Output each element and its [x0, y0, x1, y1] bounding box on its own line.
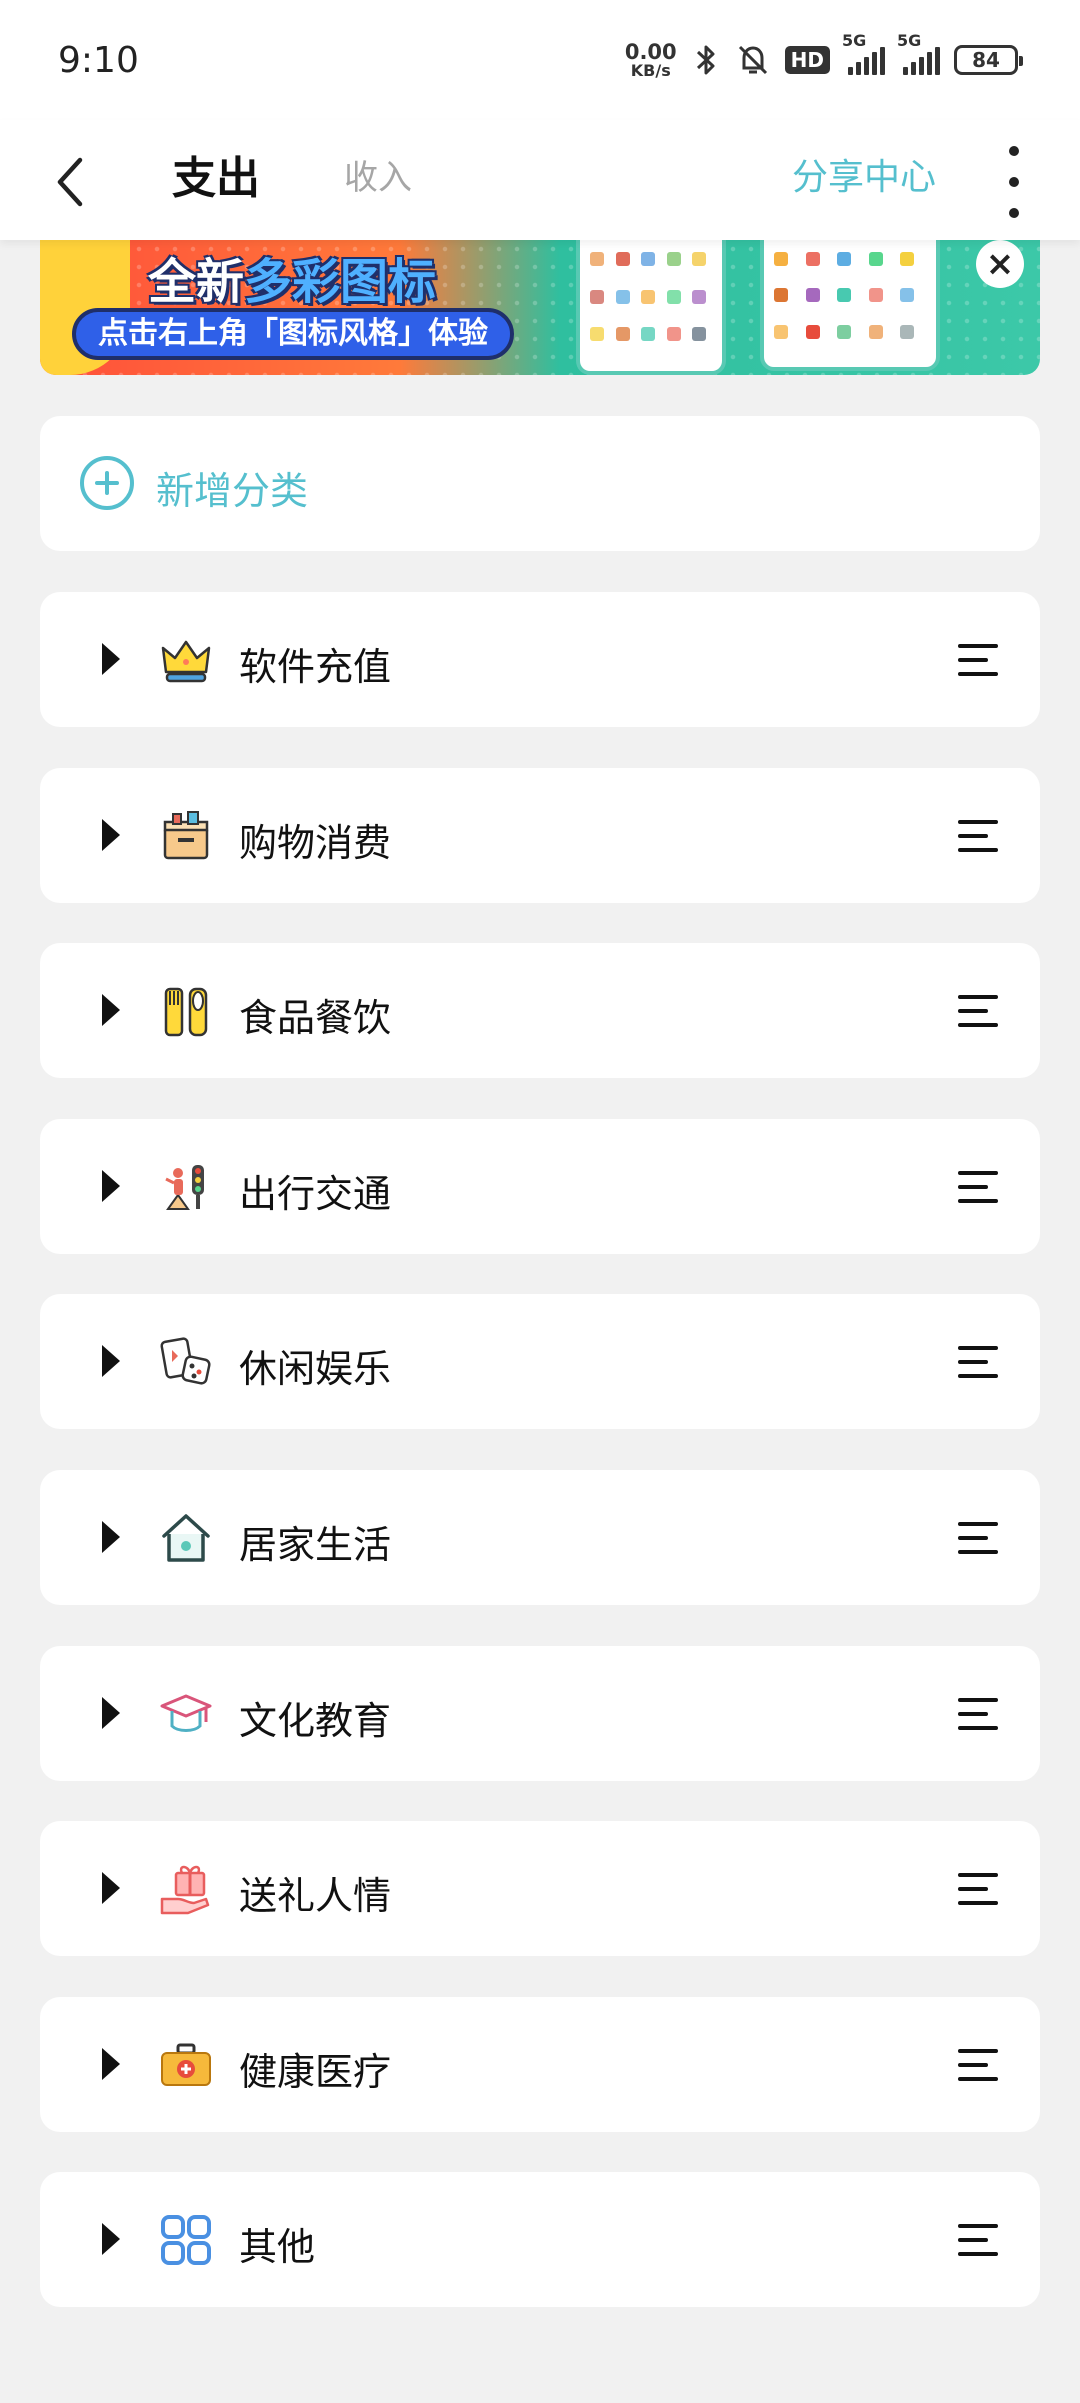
banner-phone-preview	[576, 240, 726, 375]
category-label: 居家生活	[239, 1523, 392, 1567]
expand-arrow-icon[interactable]	[102, 1872, 120, 1904]
drag-handle-icon[interactable]	[958, 1871, 1000, 1907]
chevron-left-icon	[57, 157, 83, 207]
crown-icon	[158, 632, 214, 688]
category-label: 文化教育	[239, 1699, 392, 1743]
category-label: 健康医疗	[239, 2050, 392, 2094]
expand-arrow-icon[interactable]	[102, 2048, 120, 2080]
drag-handle-icon[interactable]	[958, 818, 1000, 854]
sim1-network-label: 5G	[842, 31, 867, 50]
more-dot-icon	[1009, 208, 1019, 218]
battery-icon: 84	[954, 45, 1023, 75]
network-speed-value: 0.00	[624, 39, 677, 64]
category-item[interactable]: 居家生活	[40, 1470, 1040, 1605]
drag-handle-icon[interactable]	[958, 1520, 1000, 1556]
expand-arrow-icon[interactable]	[102, 994, 120, 1026]
tab-expense[interactable]: 支出	[172, 142, 260, 206]
banner-title-highlight: 多彩图标	[244, 254, 437, 310]
share-center-link[interactable]: 分享中心	[792, 148, 936, 200]
add-category-button[interactable]: 新增分类	[40, 416, 1040, 551]
close-icon: ×	[985, 244, 1015, 284]
category-label: 其他	[239, 2225, 316, 2269]
medical-kit-icon	[158, 2037, 214, 2093]
category-item[interactable]: 食品餐饮	[40, 943, 1040, 1078]
category-item[interactable]: 购物消费	[40, 768, 1040, 903]
category-item[interactable]: 其他	[40, 2172, 1040, 2307]
hd-badge: HD	[784, 46, 830, 74]
category-item[interactable]: 出行交通	[40, 1119, 1040, 1254]
category-item[interactable]: 软件充值	[40, 592, 1040, 727]
banner-title-prefix: 全新	[148, 254, 245, 310]
more-dot-icon	[1009, 146, 1019, 156]
banner-close-button[interactable]: ×	[976, 240, 1024, 288]
drag-handle-icon[interactable]	[958, 2047, 1000, 2083]
network-speed: 0.00 KB/s	[624, 39, 677, 80]
traffic-person-icon	[158, 1159, 214, 1215]
signal-sim1-icon: 5G	[842, 31, 885, 75]
category-label: 食品餐饮	[239, 996, 392, 1040]
expand-arrow-icon[interactable]	[102, 1521, 120, 1553]
drag-handle-icon[interactable]	[958, 1169, 1000, 1205]
expand-arrow-icon[interactable]	[102, 643, 120, 675]
cards-dice-icon	[158, 1334, 214, 1390]
tab-income[interactable]: 收入	[344, 150, 412, 199]
signal-sim2-icon: 5G	[897, 31, 940, 75]
shopping-box-icon	[158, 808, 214, 864]
expand-arrow-icon[interactable]	[102, 2223, 120, 2255]
drag-handle-icon[interactable]	[958, 642, 1000, 678]
sim2-network-label: 5G	[897, 31, 922, 50]
add-circle-icon	[80, 456, 134, 510]
app-header: 支出 收入 分享中心	[0, 120, 1080, 240]
network-speed-unit: KB/s	[630, 60, 671, 80]
status-time: 9:10	[58, 39, 139, 81]
status-icons: 0.00 KB/s HD 5G 5G 84	[624, 31, 1023, 80]
bluetooth-icon	[696, 45, 715, 75]
expand-arrow-icon[interactable]	[102, 1170, 120, 1202]
fork-spoon-icon	[158, 983, 214, 1039]
category-label: 购物消费	[239, 821, 392, 865]
more-options-button[interactable]	[996, 142, 1032, 222]
add-category-label: 新增分类	[156, 469, 309, 513]
banner-phone-preview	[760, 240, 940, 371]
back-button[interactable]	[46, 146, 106, 216]
grid-icon	[158, 2212, 214, 2268]
category-label: 休闲娱乐	[239, 1347, 392, 1391]
category-label: 送礼人情	[239, 1874, 392, 1918]
drag-handle-icon[interactable]	[958, 993, 1000, 1029]
expand-arrow-icon[interactable]	[102, 819, 120, 851]
category-item[interactable]: 健康医疗	[40, 1997, 1040, 2132]
icon-style-promo-banner[interactable]: 全新多彩图标 点击右上角「图标风格」体验 ×	[40, 240, 1040, 375]
category-item[interactable]: 送礼人情	[40, 1821, 1040, 1956]
category-item[interactable]: 文化教育	[40, 1646, 1040, 1781]
drag-handle-icon[interactable]	[958, 1696, 1000, 1732]
house-icon	[158, 1510, 214, 1566]
category-label: 软件充值	[239, 645, 392, 689]
expand-arrow-icon[interactable]	[102, 1697, 120, 1729]
drag-handle-icon[interactable]	[958, 2222, 1000, 2258]
status-bar: 9:10 0.00 KB/s HD 5G 5G 84	[0, 0, 1080, 120]
graduation-cap-icon	[158, 1686, 214, 1742]
mute-bell-icon	[738, 45, 767, 75]
expand-arrow-icon[interactable]	[102, 1345, 120, 1377]
category-item[interactable]: 休闲娱乐	[40, 1294, 1040, 1429]
more-dot-icon	[1009, 177, 1019, 187]
battery-level: 84	[972, 48, 1000, 72]
drag-handle-icon[interactable]	[958, 1344, 1000, 1380]
gift-hand-icon	[158, 1861, 214, 1917]
banner-cta: 点击右上角「图标风格」体验	[72, 308, 514, 360]
category-label: 出行交通	[239, 1172, 392, 1216]
banner-title: 全新多彩图标	[148, 242, 436, 312]
